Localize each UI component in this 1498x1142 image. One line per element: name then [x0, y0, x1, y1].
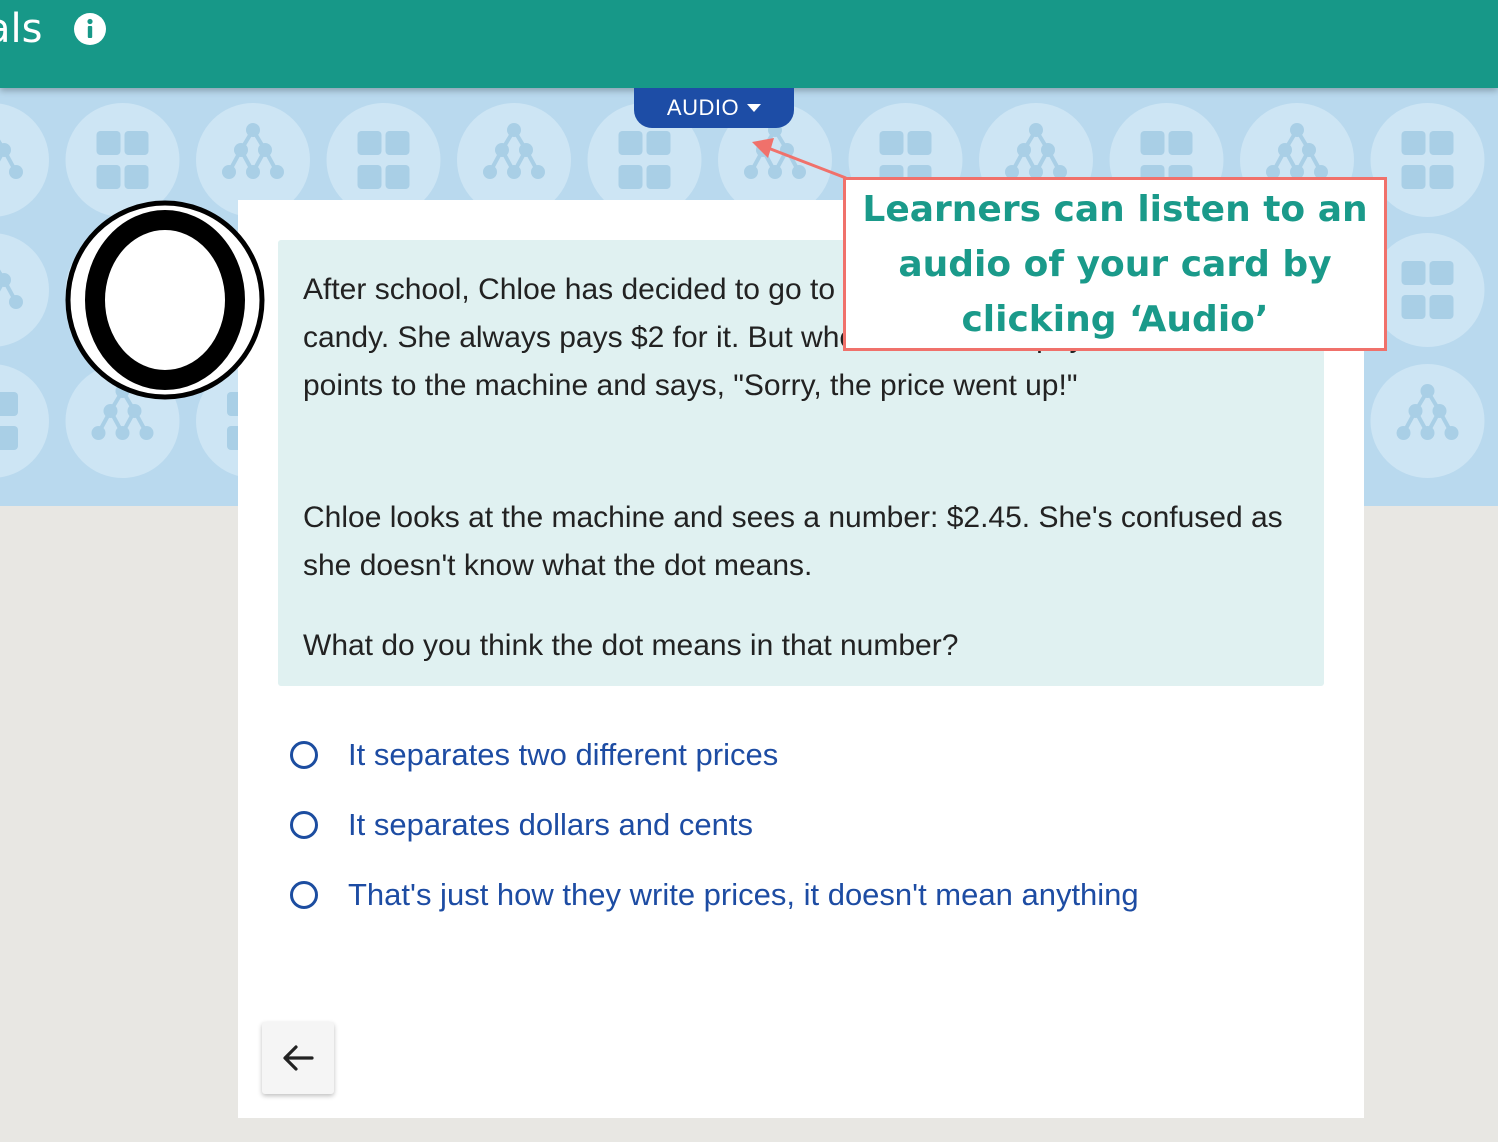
pattern-tile-icon [0, 103, 49, 217]
answer-option[interactable]: It separates two different prices [290, 735, 778, 775]
pattern-tile-icon [0, 364, 49, 478]
pattern-tile-icon [1370, 103, 1485, 217]
answer-option-label[interactable]: That's just how they write prices, it do… [348, 877, 1139, 913]
pattern-tile-icon [1370, 364, 1485, 478]
story-paragraph-2: Chloe looks at the machine and sees a nu… [303, 501, 1283, 582]
pattern-tile-icon [0, 233, 49, 347]
radio-button[interactable] [290, 741, 318, 769]
pattern-tile-icon [1370, 233, 1485, 347]
audio-button-label: AUDIO [666, 95, 740, 120]
radio-button[interactable] [290, 811, 318, 839]
annotation-callout: Learners can listen to an audio of your … [843, 177, 1387, 351]
caret-down-icon [747, 104, 762, 112]
answer-option-label[interactable]: It separates dollars and cents [348, 807, 753, 843]
answer-option[interactable]: It separates dollars and cents [290, 805, 753, 845]
info-icon[interactable] [73, 12, 107, 46]
story-question: What do you think the dot means in that … [303, 629, 959, 662]
annotation-callout-text: Learners can listen to an audio of your … [862, 188, 1368, 340]
back-button[interactable] [262, 1022, 334, 1094]
arrow-left-icon [283, 1045, 314, 1071]
audio-button[interactable]: AUDIO [634, 88, 794, 128]
app-header: als [0, 0, 1498, 88]
answer-option[interactable]: That's just how they write prices, it do… [290, 875, 1139, 915]
character-avatar-icon [65, 200, 265, 400]
app-title: als [0, 6, 43, 52]
answer-option-label[interactable]: It separates two different prices [348, 737, 778, 773]
radio-button[interactable] [290, 881, 318, 909]
